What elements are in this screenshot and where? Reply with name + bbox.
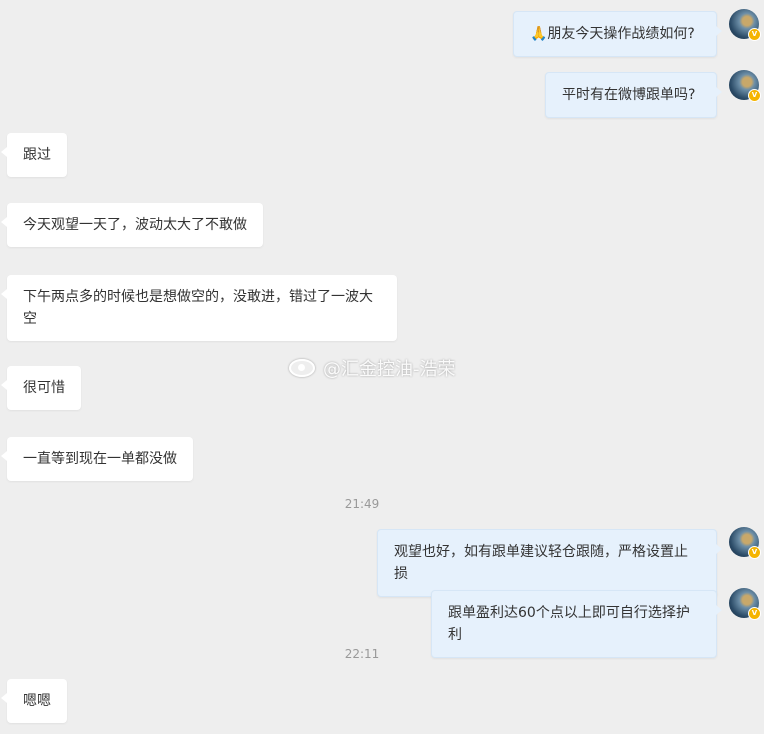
message-bubble-received: 下午两点多的时候也是想做空的，没敢进，错过了一波大空 xyxy=(1,275,397,341)
avatar[interactable]: V xyxy=(729,588,761,620)
message-bubble-sent: 🙏朋友今天操作战绩如何? xyxy=(513,11,722,57)
message-timestamp: 22:11 xyxy=(344,647,380,661)
avatar[interactable]: V xyxy=(729,9,761,41)
avatar[interactable]: V xyxy=(729,527,761,559)
message-bubble-received: 很可惜 xyxy=(1,366,81,410)
verified-badge-icon: V xyxy=(748,607,761,620)
verified-badge-icon: V xyxy=(748,28,761,41)
verified-badge-icon: V xyxy=(748,89,761,102)
avatar[interactable]: V xyxy=(729,70,761,102)
verified-badge-icon: V xyxy=(748,546,761,559)
weibo-watermark: @汇金控油-浩荣 xyxy=(289,355,456,381)
message-bubble-received: 一直等到现在一单都没做 xyxy=(1,437,193,481)
watermark-text: @汇金控油-浩荣 xyxy=(323,359,456,380)
message-bubble-sent: 观望也好，如有跟单建议轻仓跟随，严格设置止损 xyxy=(377,529,722,597)
message-bubble-received: 跟过 xyxy=(1,133,67,177)
message-bubble-received: 嗯嗯 xyxy=(1,679,67,723)
message-bubble-received: 今天观望一天了，波动太大了不敢做 xyxy=(1,203,263,247)
message-bubble-sent: 平时有在微博跟单吗? xyxy=(545,72,722,118)
message-timestamp: 21:49 xyxy=(344,497,380,511)
weibo-logo-icon xyxy=(289,359,315,377)
